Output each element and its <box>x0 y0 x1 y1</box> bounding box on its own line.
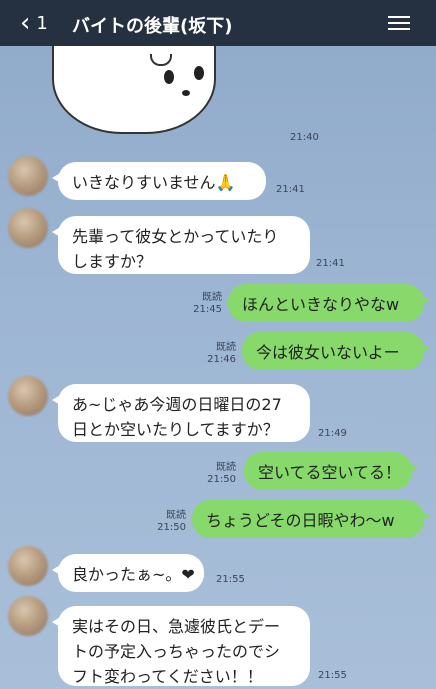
sticker-nose <box>182 90 190 96</box>
message-bubble-incoming[interactable]: あ~じゃあ今週の日曜日の27 日とか空いたりしてますか？ <box>52 384 310 442</box>
message-text: フト変わってください！！ <box>72 667 263 686</box>
message-bubble-incoming[interactable]: 先輩って彼女とかっていたり しますか？ <box>52 216 310 274</box>
message-text: 今は彼女いないよー <box>256 343 400 362</box>
read-receipt: 既読 21:46 <box>206 342 236 366</box>
message-text: トの予定入っちゃったのでシ <box>72 642 281 661</box>
message-timestamp: 21:41 <box>276 184 305 195</box>
message-timestamp: 21:55 <box>318 670 347 681</box>
chevron-left-icon: ‹ <box>20 8 31 38</box>
read-receipt: 既読 21:50 <box>156 510 186 534</box>
message-bubble-incoming[interactable]: 良かったぁ~。❤ <box>52 554 204 592</box>
avatar[interactable] <box>8 596 48 636</box>
message-text: 先輩って彼女とかっていたり <box>72 227 279 246</box>
message-bubble-outgoing[interactable]: ちょうどその日暇やわ〜w <box>192 500 430 538</box>
read-label: 既読 <box>166 510 186 521</box>
read-receipt: 既読 21:45 <box>192 292 222 316</box>
message-timestamp: 21:50 <box>157 522 186 533</box>
message-timestamp: 21:45 <box>193 304 222 315</box>
sticker-ear <box>150 54 172 66</box>
chat-header: ‹ 1 バイトの後輩(坂下) <box>0 0 436 46</box>
sticker-image[interactable] <box>52 46 216 134</box>
message-timestamp: 21:50 <box>207 474 236 485</box>
message-text: 日とか空いたりしてますか？ <box>72 420 279 439</box>
message-timestamp: 21:41 <box>316 258 345 269</box>
unread-count: 1 <box>36 12 48 34</box>
message-bubble-outgoing[interactable]: ほんといきなりやなw <box>228 284 430 322</box>
chat-title: バイトの後輩(坂下) <box>72 16 233 37</box>
message-text: 空いてる空いてる！ <box>258 463 402 482</box>
message-text: 実はその日、急遽彼氏とデー <box>72 617 281 636</box>
read-label: 既読 <box>216 462 236 473</box>
avatar[interactable] <box>8 156 48 196</box>
message-bubble-outgoing[interactable]: 今は彼女いないよー <box>242 332 430 370</box>
message-text: しますか？ <box>72 252 153 271</box>
menu-icon[interactable] <box>388 12 410 32</box>
message-timestamp: 21:55 <box>216 574 245 585</box>
avatar[interactable] <box>8 376 48 416</box>
avatar[interactable] <box>8 546 48 586</box>
read-label: 既読 <box>202 292 222 303</box>
message-text: ちょうどその日暇やわ〜w <box>206 511 395 530</box>
back-button[interactable]: ‹ 1 <box>20 9 48 37</box>
message-text: あ~じゃあ今週の日曜日の27 <box>72 395 282 414</box>
message-text: ほんといきなりやなw <box>242 295 400 314</box>
avatar[interactable] <box>8 208 48 248</box>
sticker-eye-right <box>194 66 204 80</box>
message-text: いきなりすいません🙏 <box>72 173 236 192</box>
read-label: 既読 <box>216 342 236 353</box>
message-text: 良かったぁ~。❤ <box>72 565 195 584</box>
sticker-eye-left <box>164 70 174 84</box>
message-bubble-incoming[interactable]: いきなりすいません🙏 <box>52 162 266 200</box>
read-receipt: 既読 21:50 <box>206 462 236 486</box>
message-timestamp: 21:49 <box>318 428 347 439</box>
message-bubble-outgoing[interactable]: 空いてる空いてる！ <box>244 452 418 490</box>
message-bubble-incoming[interactable]: 実はその日、急遽彼氏とデー トの予定入っちゃったのでシ フト変わってください！！ <box>52 606 310 686</box>
sticker-timestamp: 21:40 <box>290 132 319 143</box>
message-timestamp: 21:46 <box>207 354 236 365</box>
